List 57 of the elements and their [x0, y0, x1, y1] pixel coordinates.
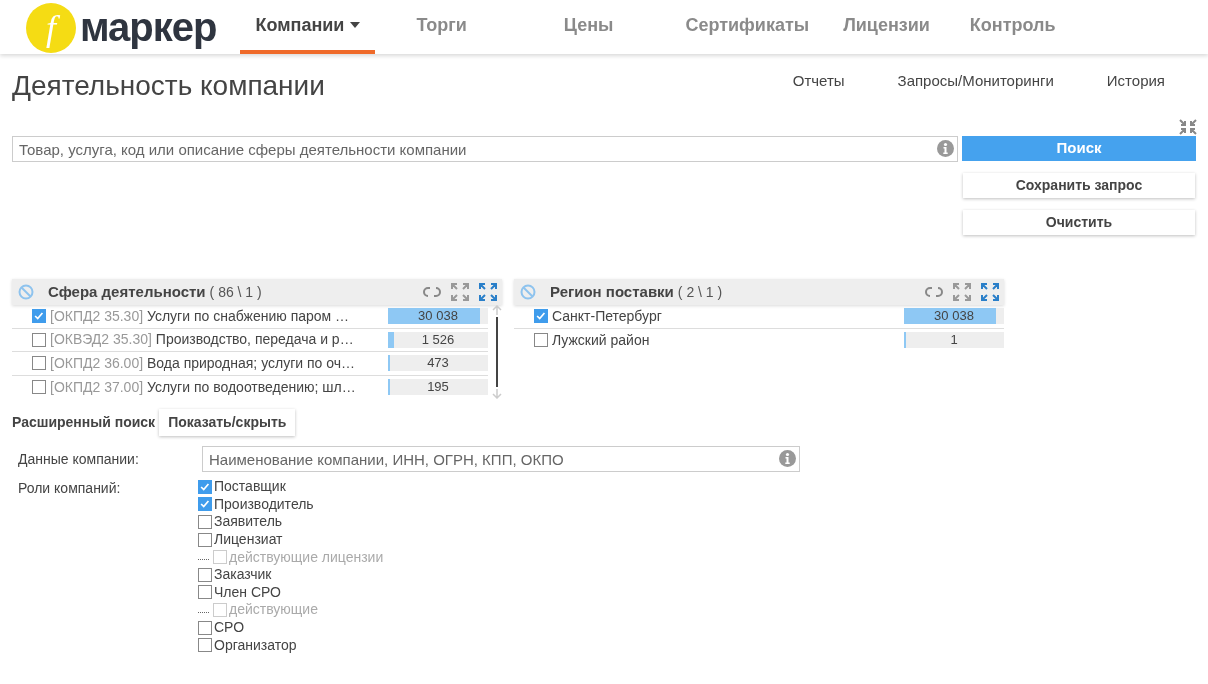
panel-count: ( 2 \ 1 ) — [677, 282, 723, 302]
checkbox[interactable] — [198, 515, 212, 529]
checkbox[interactable] — [32, 356, 46, 371]
checkbox[interactable] — [198, 620, 212, 635]
collapse-icon[interactable] — [1178, 118, 1198, 136]
toggle-button[interactable]: Показать/скрыть — [159, 409, 296, 436]
item-label: [ОКВЭД2 35.30] Производство, передача и р… — [50, 330, 355, 350]
info-icon[interactable] — [937, 140, 954, 157]
checkbox[interactable] — [198, 497, 212, 512]
nav-tab[interactable]: Компании — [240, 0, 376, 54]
expand-icon[interactable] — [952, 282, 972, 302]
item-count: 1 526 — [420, 331, 456, 348]
panel-title: Сфера деятельности — [48, 281, 206, 302]
item-label: [ОКПД2 36.00] Вода природная; услуги по оч… — [50, 353, 356, 373]
item-label: Лужский район — [552, 330, 651, 350]
item-label: [ОКПД2 37.00] Услуги по водоотведению; шл… — [50, 377, 357, 397]
item-count: 1 — [949, 332, 959, 349]
top-link[interactable]: История — [1106, 69, 1165, 93]
panel-count: ( 86 \ 1 ) — [209, 282, 262, 302]
info-icon[interactable] — [779, 450, 796, 467]
item-label: [ОКПД2 35.30] Услуги по снабжению паром … — [50, 306, 351, 326]
checkbox[interactable] — [534, 333, 548, 348]
expand-icon[interactable] — [450, 282, 470, 302]
link-icon[interactable] — [422, 285, 442, 299]
logo[interactable]: f маркер — [26, 0, 217, 54]
expand-icon[interactable] — [980, 282, 1000, 302]
checkbox[interactable] — [198, 585, 212, 600]
checkbox[interactable] — [534, 309, 548, 324]
item-count: 30 038 — [417, 308, 459, 325]
advanced-search-label: Расширенный поиск — [12, 413, 156, 432]
checkbox[interactable] — [32, 380, 46, 395]
link-icon[interactable] — [924, 285, 944, 299]
checkbox[interactable] — [198, 567, 212, 582]
checkbox[interactable] — [198, 638, 212, 653]
item-label: Санкт-Петербург — [552, 306, 663, 326]
top-link[interactable]: Запросы/Мониторинги — [897, 69, 1054, 93]
item-count: 195 — [426, 379, 450, 396]
caret-icon[interactable] — [350, 22, 361, 28]
checkbox[interactable] — [198, 479, 212, 494]
top-link[interactable]: Отчеты — [792, 69, 845, 93]
expand-icon[interactable] — [478, 282, 498, 302]
panel-title: Регион поставки — [550, 281, 674, 302]
action-button[interactable]: Очистить — [963, 210, 1195, 235]
search-field[interactable]: Товар, услуга, код или описание сферы деятельности компании — [12, 136, 958, 162]
scrollbar[interactable] — [492, 305, 502, 399]
item-count: 30 038 — [933, 308, 975, 325]
scrollbar-thumb[interactable] — [496, 317, 498, 387]
field-label: Роли компаний: — [18, 479, 122, 498]
field-label: Данные компании: — [18, 449, 140, 469]
item-count: 473 — [426, 355, 450, 372]
role-label: действующие — [229, 600, 318, 620]
checkbox[interactable] — [198, 532, 212, 547]
company-field[interactable]: Наименование компании, ИНН, ОГРН, КПП, ОКПО — [202, 446, 800, 472]
action-button[interactable]: Сохранить запрос — [963, 173, 1195, 198]
checkbox[interactable] — [32, 309, 46, 324]
checkbox[interactable] — [32, 332, 46, 347]
page-title: Деятельность компании — [12, 69, 325, 103]
